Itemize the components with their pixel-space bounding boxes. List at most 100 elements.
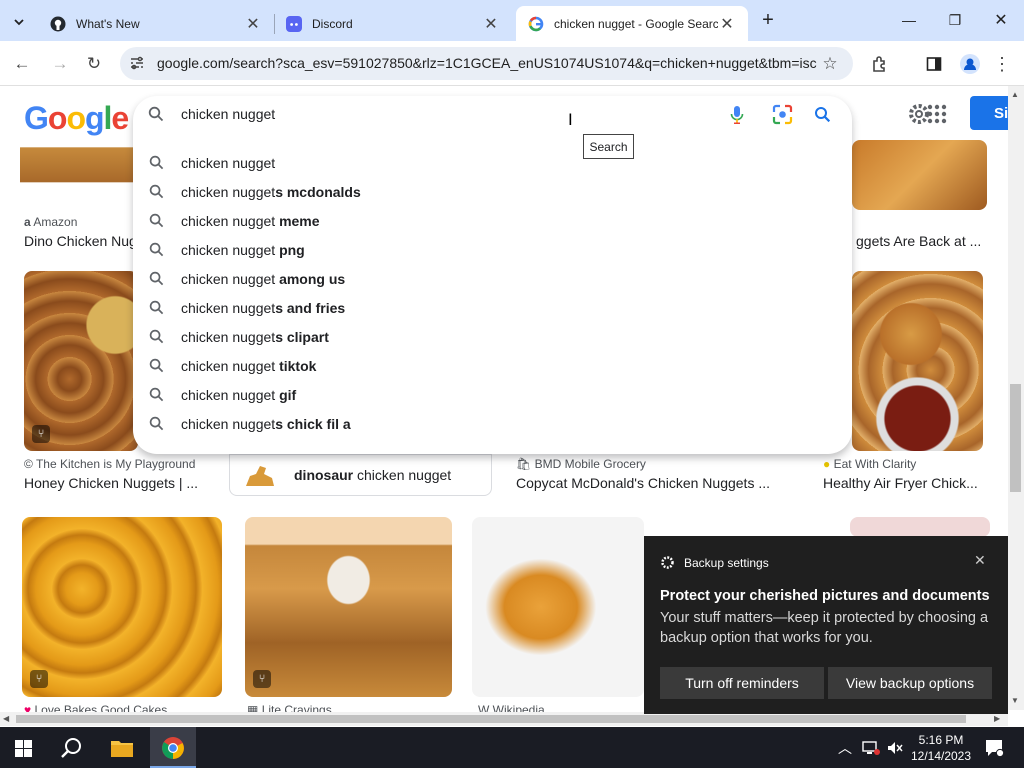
chip-label: dinosaur chicken nugget <box>294 467 451 483</box>
result-source[interactable]: ● Eat With Clarity <box>823 457 916 471</box>
reload-button[interactable]: ↻ <box>82 52 106 76</box>
suggestion-item[interactable]: chicken nugget meme <box>133 206 852 235</box>
profile-avatar[interactable] <box>958 52 982 76</box>
search-submit-icon[interactable] <box>814 106 831 123</box>
suggestion-item[interactable]: chicken nugget tiktok <box>133 351 852 380</box>
recipe-icon: ⑂ <box>32 425 50 443</box>
result-source[interactable]: 🛍 BMD Mobile Grocery <box>516 457 646 471</box>
search-input[interactable]: chicken nugget <box>181 106 275 122</box>
volume-muted-icon[interactable] <box>886 740 904 756</box>
result-caption[interactable]: Dino Chicken Nug <box>24 233 134 249</box>
new-tab-button[interactable]: + <box>752 6 784 34</box>
suggestion-base: chicken nugget <box>181 154 276 171</box>
google-lens-icon[interactable] <box>772 104 793 125</box>
suggestion-item[interactable]: chicken nuggets and fries <box>133 293 852 322</box>
scroll-up-arrow-icon[interactable]: ▲ <box>1011 90 1019 99</box>
source-label: Amazon <box>33 215 78 229</box>
tab-search-button[interactable] <box>4 8 34 36</box>
wikipedia-icon: W <box>478 703 490 712</box>
scrollbar-thumb[interactable] <box>16 715 966 723</box>
bookmark-star-icon[interactable]: ☆ <box>818 52 842 76</box>
file-explorer-icon[interactable] <box>110 738 134 758</box>
suggestion-item[interactable]: chicken nugget png <box>133 235 852 264</box>
close-icon[interactable]: ✕ <box>244 14 262 34</box>
result-image[interactable]: ⑂ <box>245 517 452 697</box>
menu-kebab-icon[interactable]: ⋮ <box>990 52 1014 76</box>
result-image[interactable] <box>472 517 644 697</box>
back-button[interactable]: ← <box>10 52 34 76</box>
site-info-icon[interactable] <box>129 55 145 71</box>
suggestion-completion: s and fries <box>275 299 346 316</box>
leaf-icon: ● <box>823 457 831 471</box>
tab-whats-new[interactable]: What's New ✕ <box>38 6 274 41</box>
suggestion-item[interactable]: chicken nugget among us <box>133 264 852 293</box>
horizontal-scrollbar[interactable]: ◀ ▶ <box>0 712 1008 726</box>
microphone-icon[interactable] <box>729 105 745 125</box>
result-caption[interactable]: Healthy Air Fryer Chick... <box>823 475 983 491</box>
tray-overflow-chevron-icon[interactable]: ︿ <box>838 738 852 758</box>
view-backup-options-button[interactable]: View backup options <box>828 667 992 699</box>
result-image[interactable]: ⑂ <box>22 517 222 697</box>
side-panel-icon[interactable] <box>922 52 946 76</box>
tab-title: chicken nugget - Google Search <box>554 16 718 31</box>
result-image[interactable] <box>850 517 990 537</box>
result-source[interactable]: W Wikipedia <box>478 703 545 712</box>
suggestion-item[interactable]: chicken nuggets chick fil a <box>133 409 852 438</box>
google-logo[interactable]: Google <box>24 100 129 137</box>
backup-notification: Backup settings ✕ Protect your cherished… <box>644 536 1008 714</box>
network-icon[interactable] <box>862 740 880 756</box>
vertical-scrollbar[interactable]: ▲ ▼ <box>1008 86 1024 710</box>
result-image[interactable]: ⑂ <box>24 271 138 451</box>
notification-title: Protect your cherished pictures and docu… <box>660 588 990 604</box>
notification-center-icon[interactable] <box>984 738 1004 758</box>
sign-in-button[interactable]: Si <box>970 96 1008 130</box>
search-icon <box>149 387 164 402</box>
result-caption[interactable]: Copycat McDonald's Chicken Nuggets ... <box>516 475 786 491</box>
extensions-icon[interactable] <box>868 52 892 76</box>
scroll-left-arrow-icon[interactable]: ◀ <box>3 714 9 723</box>
close-window-button[interactable]: ✕ <box>978 6 1024 34</box>
turn-off-reminders-button[interactable]: Turn off reminders <box>660 667 824 699</box>
related-search-chip[interactable]: dinosaur chicken nugget <box>229 454 492 496</box>
scrollbar-thumb[interactable] <box>1010 384 1021 492</box>
tab-discord[interactable]: Discord ✕ <box>274 6 512 41</box>
taskbar-search-icon[interactable] <box>61 737 83 759</box>
suggestion-text: chicken nuggets mcdonalds <box>181 184 361 200</box>
result-source[interactable]: © The Kitchen is My Playground <box>24 457 195 471</box>
scroll-right-arrow-icon[interactable]: ▶ <box>994 714 1000 723</box>
taskbar-chrome-button[interactable] <box>150 727 196 768</box>
apps-grid-icon[interactable] <box>926 103 948 125</box>
close-icon[interactable]: ✕ <box>974 552 986 569</box>
taskbar-clock[interactable]: 5:16 PM 12/14/2023 <box>910 732 972 764</box>
result-image[interactable] <box>852 140 987 210</box>
result-source[interactable]: a Amazon <box>24 215 77 229</box>
suggestion-base: chicken nugget <box>181 212 276 229</box>
result-caption[interactable]: Honey Chicken Nuggets | ... <box>24 475 204 491</box>
suggestion-text: chicken nugget <box>181 155 275 171</box>
close-icon[interactable]: ✕ <box>482 14 500 34</box>
suggestion-item[interactable]: chicken nuggets mcdonalds <box>133 177 852 206</box>
forward-button[interactable]: → <box>48 52 72 76</box>
maximize-button[interactable]: ❐ <box>932 6 978 34</box>
copyright-icon: © <box>24 457 33 471</box>
result-source[interactable]: ♥ Love Bakes Good Cakes <box>24 703 167 712</box>
clock-date: 12/14/2023 <box>910 749 972 763</box>
url-text[interactable]: google.com/search?sca_esv=591027850&rlz=… <box>157 55 817 71</box>
minimize-button[interactable]: — <box>886 6 932 34</box>
result-source[interactable]: ▦ Lite Cravings <box>247 703 332 712</box>
amazon-icon: a <box>24 215 31 229</box>
result-caption[interactable]: ggets Are Back at ... <box>856 233 986 249</box>
search-tooltip: Search <box>583 134 634 159</box>
suggestion-completion: tiktok <box>275 357 317 374</box>
tab-google-search[interactable]: chicken nugget - Google Search ✕ <box>516 6 748 41</box>
suggestion-item[interactable]: chicken nugget gif <box>133 380 852 409</box>
windows-start-icon[interactable] <box>15 740 32 757</box>
scroll-down-arrow-icon[interactable]: ▼ <box>1011 696 1019 705</box>
suggestion-item[interactable]: chicken nugget <box>133 148 852 177</box>
notification-body: Your stuff matters—keep it protected by … <box>660 610 989 646</box>
suggestion-item[interactable]: chicken nuggets clipart <box>133 322 852 351</box>
result-image[interactable] <box>852 271 983 451</box>
suggestion-text: chicken nugget among us <box>181 271 345 287</box>
arrow-right-icon: → <box>51 54 69 73</box>
close-icon[interactable]: ✕ <box>718 14 736 34</box>
